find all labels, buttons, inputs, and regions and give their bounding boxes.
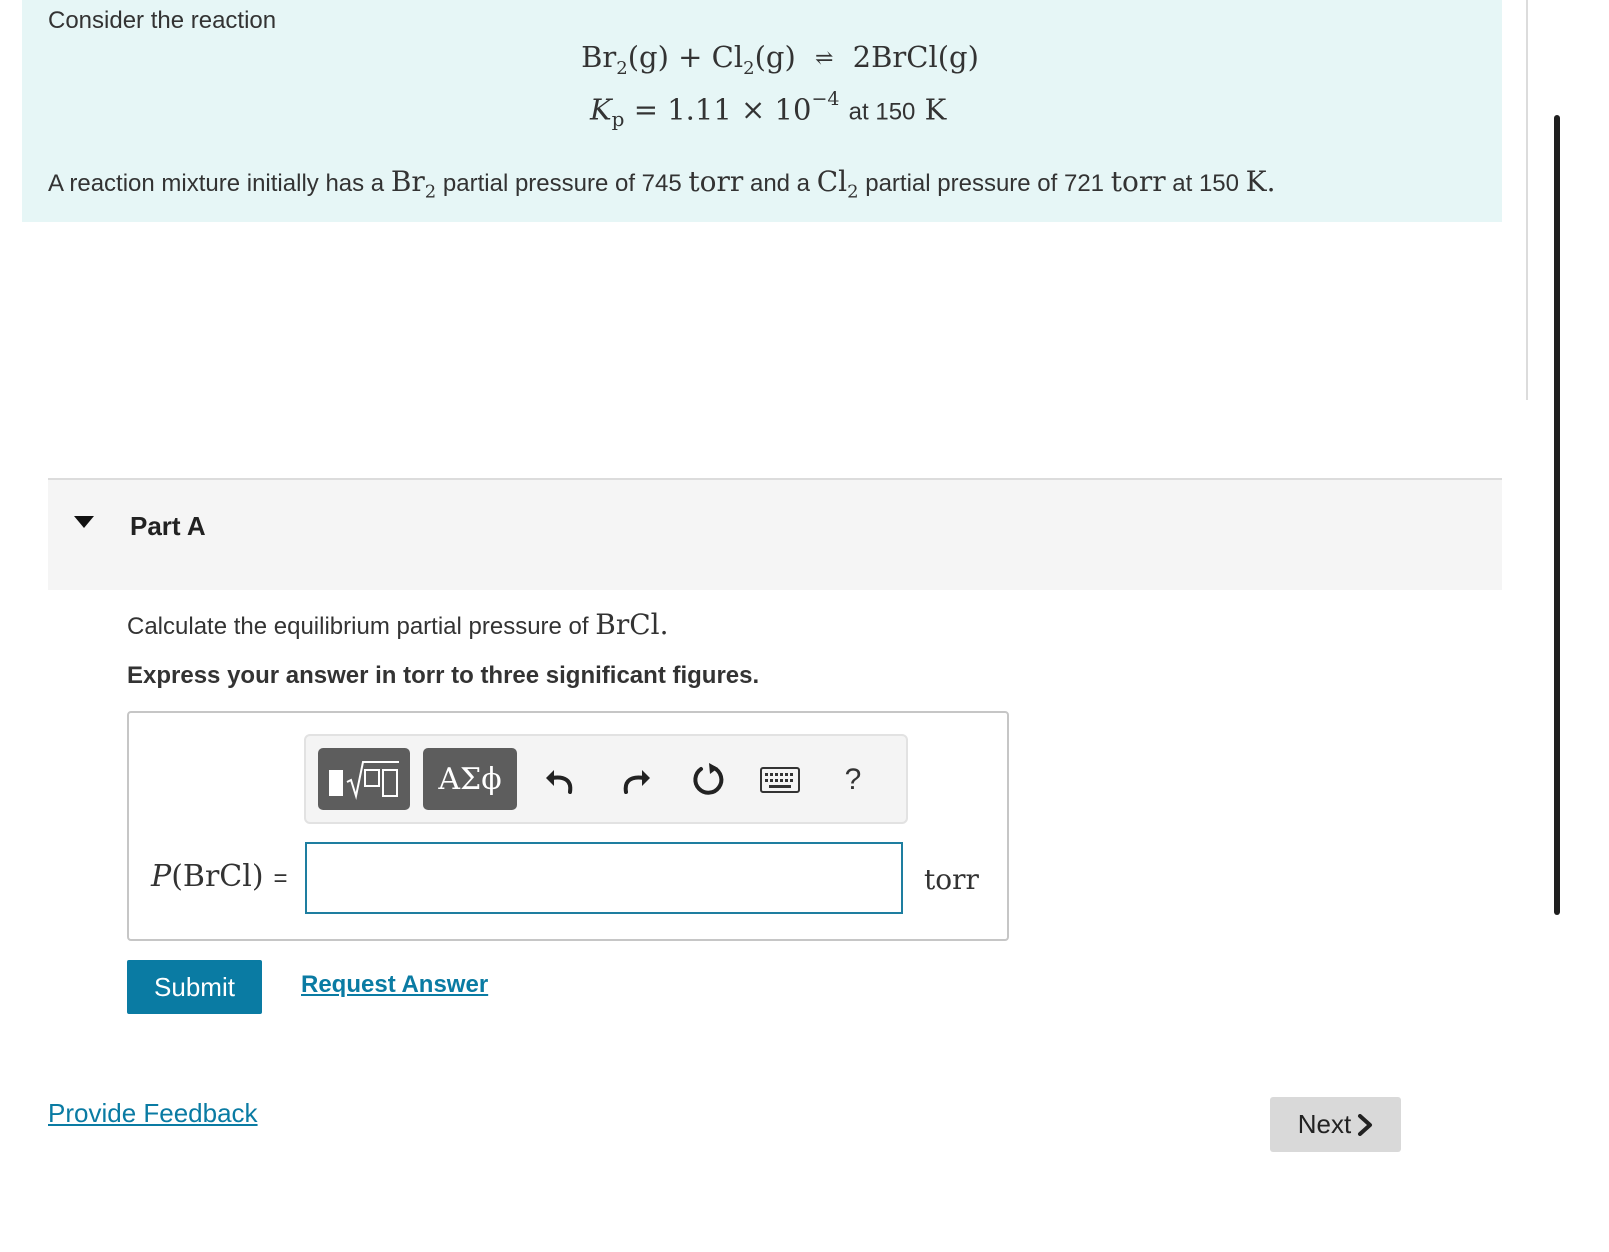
kp-exponent: −4 (811, 88, 840, 110)
keyboard-icon[interactable] (758, 758, 802, 802)
problem-intro: Consider the reaction Br2(g) + Cl2(g) ⇌ … (22, 0, 1502, 222)
reaction-equation: Br2(g) + Cl2(g) ⇌ 2BrCl(g) (22, 40, 1502, 79)
answer-unit: torr (924, 863, 979, 896)
answer-label-p: P (151, 859, 172, 894)
desc-text-a: A reaction mixture initially has a (48, 170, 385, 197)
desc-cl: Cl2 (816, 165, 859, 203)
scroll-track (1526, 0, 1528, 400)
help-button[interactable]: ? (831, 758, 875, 802)
answer-instruction: Express your answer in torr to three sig… (127, 662, 760, 689)
templates-button[interactable] (318, 748, 410, 810)
math-toolbar: ΑΣϕ ? (304, 734, 908, 824)
templates-icon (329, 761, 399, 800)
desc-br-sub: 2 (424, 181, 437, 203)
desc-text-c: and a (749, 170, 811, 197)
provide-feedback-link[interactable]: Provide Feedback (48, 1098, 258, 1129)
request-answer-link[interactable]: Request Answer (301, 971, 488, 999)
desc-cl-sub: 2 (847, 181, 859, 203)
answer-input[interactable] (305, 842, 903, 914)
next-label: Next (1297, 1109, 1352, 1139)
redo-icon[interactable] (614, 758, 658, 802)
desc-br: Br2 (390, 165, 436, 203)
answer-label-equals: = (273, 865, 288, 892)
submit-button[interactable]: Submit (127, 960, 262, 1014)
part-header[interactable]: Part A (48, 478, 1502, 590)
collapse-caret-icon[interactable] (74, 516, 94, 528)
kp-value: = 1.11 × 10 (633, 92, 812, 127)
desc-torr-1: torr (688, 165, 744, 198)
eq-cl-phase: (g) (754, 40, 796, 74)
kp-expression: Kp = 1.11 × 10−4 at 150 K (590, 88, 947, 131)
answer-label-species: (BrCl) (171, 859, 264, 894)
equilibrium-arrow-icon: ⇌ (814, 46, 834, 71)
next-button[interactable]: Next (1270, 1097, 1401, 1152)
eq-plus-cl: (g) + Cl (627, 40, 744, 74)
desc-kelvin: K. (1245, 165, 1276, 198)
greek-symbols-button[interactable]: ΑΣϕ (423, 748, 517, 810)
answer-box: ΑΣϕ ? P(BrCl) = torr (127, 711, 1009, 941)
question-species: BrCl. (595, 608, 669, 641)
desc-cl-text: Cl (816, 165, 848, 198)
eq-cl-sub: 2 (743, 57, 755, 79)
kp-unit: K (924, 92, 947, 127)
problem-description: A reaction mixture initially has a Br2 p… (48, 165, 1276, 203)
desc-text-d: partial pressure of 721 (865, 170, 1105, 197)
desc-text-e: at 150 (1172, 170, 1239, 197)
desc-text-b: partial pressure of 745 (442, 170, 682, 197)
desc-br-text: Br (390, 165, 425, 198)
intro-lead: Consider the reaction (48, 7, 277, 34)
desc-torr-2: torr (1110, 165, 1166, 198)
chevron-right-icon (1358, 1113, 1373, 1136)
question-prompt: Calculate the equilibrium partial pressu… (127, 613, 589, 640)
part-title: Part A (130, 511, 206, 541)
scrollbar-thumb[interactable] (1554, 115, 1560, 915)
eq-product: 2BrCl(g) (852, 40, 979, 74)
eq-reactant-br: Br (581, 40, 617, 74)
reset-icon[interactable] (686, 758, 730, 802)
kp-sub: p (611, 106, 625, 131)
answer-label: P(BrCl) = (151, 859, 288, 894)
question-text: Calculate the equilibrium partial pressu… (127, 608, 669, 641)
kp-symbol: K (590, 92, 612, 127)
eq-br-sub: 2 (616, 57, 628, 79)
kp-at: at 150 (848, 98, 916, 126)
undo-icon[interactable] (538, 758, 582, 802)
